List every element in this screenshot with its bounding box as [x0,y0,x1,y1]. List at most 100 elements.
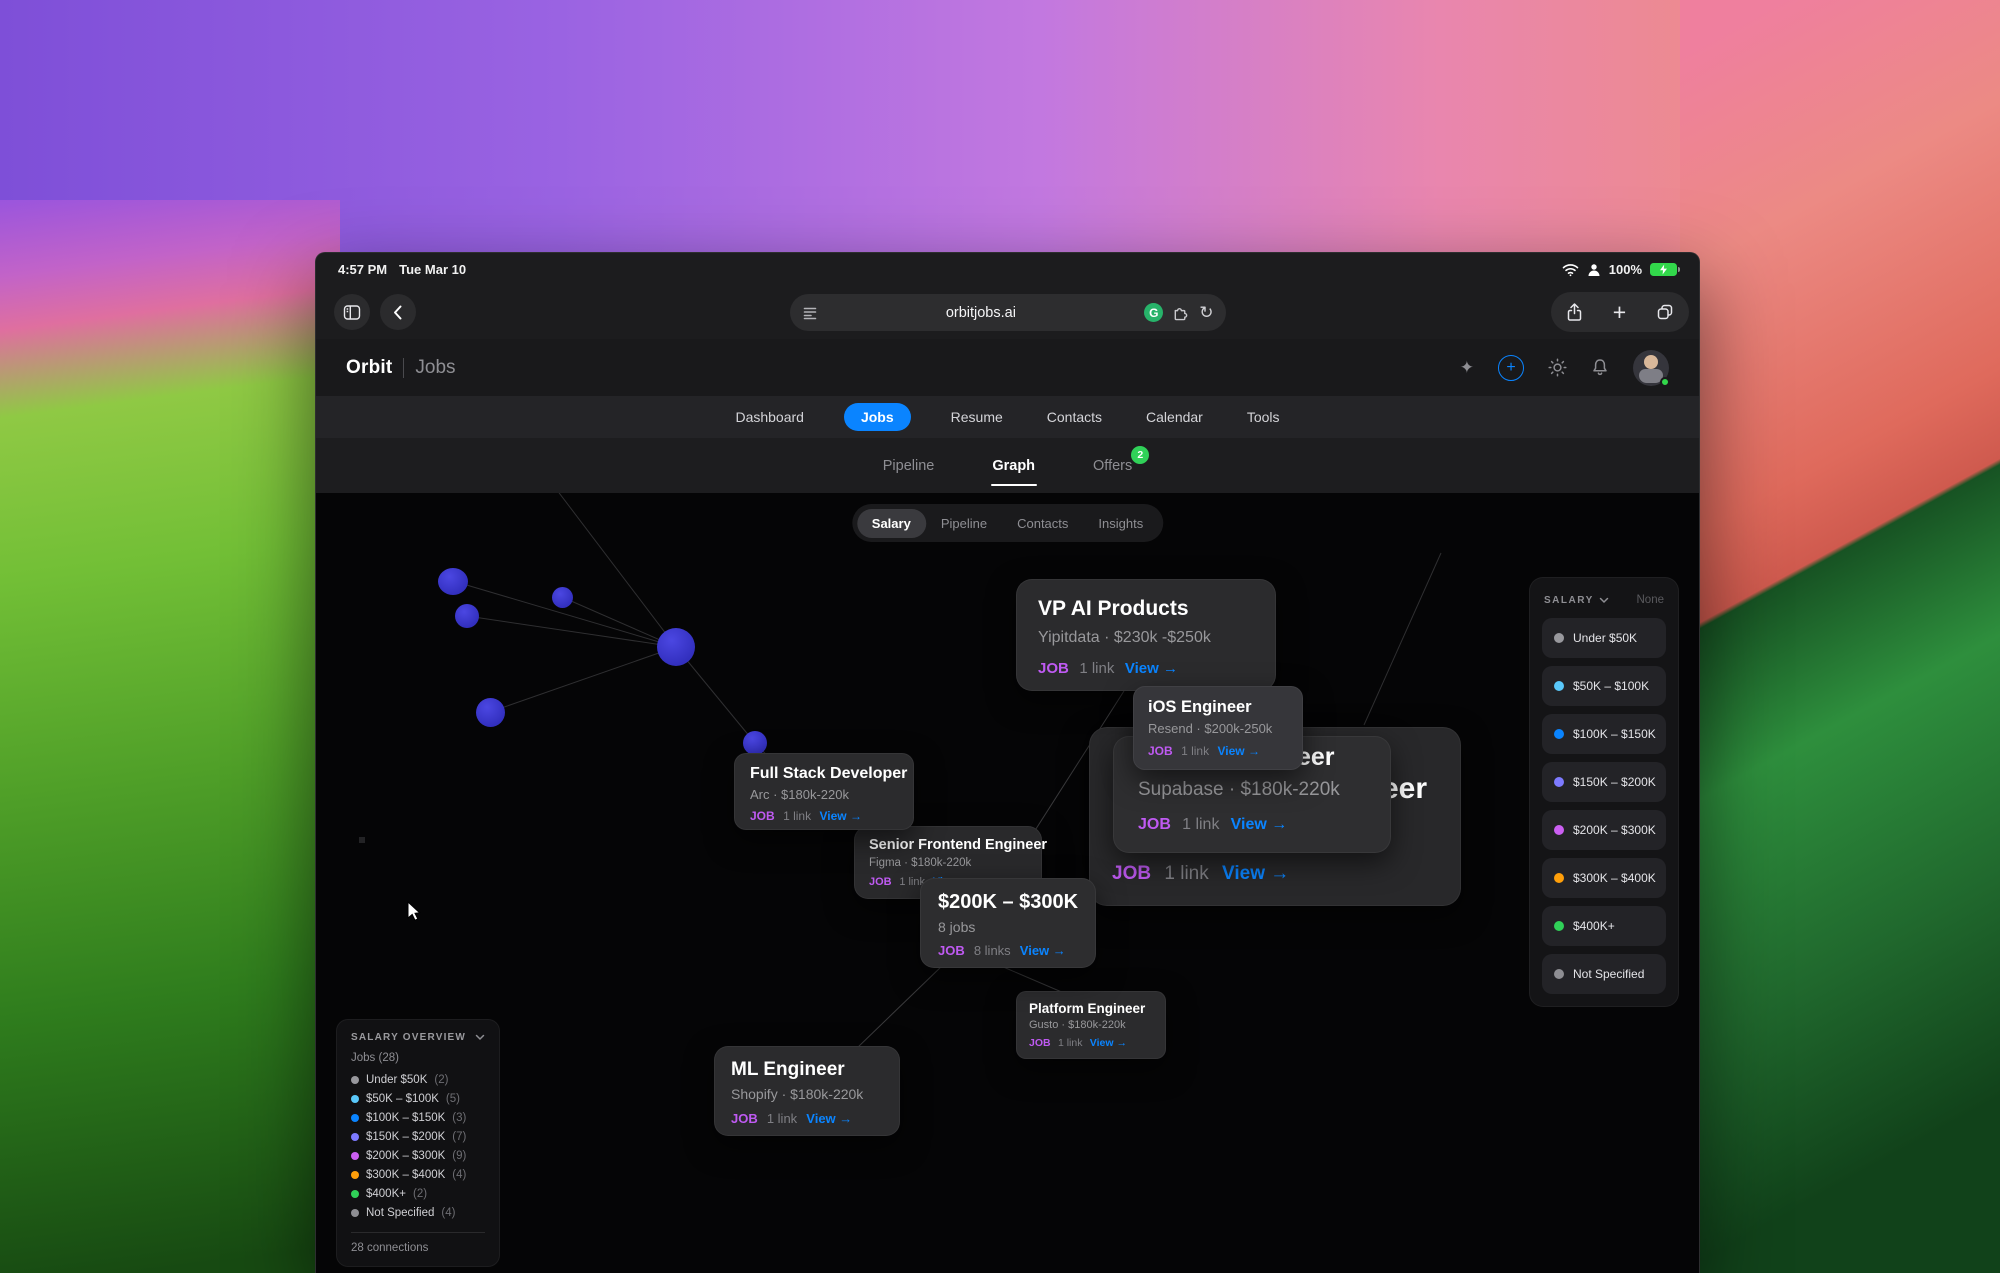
legend-item[interactable]: Not Specified [1542,954,1666,994]
overview-row: $150K – $200K (7) [351,1127,485,1146]
graph-node[interactable] [552,587,573,608]
url-text[interactable]: orbitjobs.ai [818,305,1145,321]
salary-dot [351,1114,359,1122]
graph-node[interactable] [743,731,767,755]
job-title: Platform Engineer [1029,1001,1153,1016]
job-card-full-stack-developer[interactable]: Full Stack Developer Arc · $180k-220k JO… [734,753,914,830]
job-type-badge: JOB [1038,660,1069,677]
graph-node[interactable] [438,568,468,595]
overview-row: Under $50K (2) [351,1070,485,1089]
tab-overview-icon[interactable] [1656,303,1674,321]
legend-item[interactable]: $300K – $400K [1542,858,1666,898]
battery-charging-icon [1650,263,1677,276]
job-subtitle: Shopify · $180k-220k [731,1086,883,1102]
view-link[interactable]: View → [1090,1037,1127,1049]
cluster-title: $200K – $300K [938,891,1078,914]
view-link[interactable]: View → [1222,863,1289,885]
legend-none-button[interactable]: None [1637,594,1665,606]
render-artifact [359,837,365,843]
view-link[interactable]: View → [1231,816,1288,834]
notifications-bell-icon[interactable] [1591,358,1609,377]
address-bar[interactable]: orbitjobs.ai G ↻ [790,294,1226,331]
job-card-ios-engineer[interactable]: iOS Engineer Resend · $200k-250k JOB 1 l… [1133,686,1303,770]
sparkle-ai-icon[interactable]: ✦ [1460,358,1474,378]
tab-contacts[interactable]: Contacts [1043,403,1106,431]
grammarly-extension-icon[interactable]: G [1144,303,1163,322]
share-icon[interactable] [1566,303,1583,322]
subtab-offers[interactable]: Offers 2 [1093,438,1132,493]
job-type-badge: JOB [750,809,775,823]
graph-node-hub[interactable] [657,628,695,666]
jobs-subnav: Pipeline Graph Offers 2 [316,438,1699,493]
tab-resume[interactable]: Resume [947,403,1007,431]
toolbar-actions: + [1551,292,1689,332]
clock-date: Tue Mar 10 [399,262,466,277]
back-button[interactable] [380,294,416,330]
job-card-ml-engineer[interactable]: ML Engineer Shopify · $180k-220k JOB 1 l… [714,1046,900,1136]
overview-row: $100K – $150K (3) [351,1108,485,1127]
brand-name: Orbit [346,357,392,379]
divider [351,1232,485,1233]
overview-list: Under $50K (2) $50K – $100K (5) $100K – … [351,1070,485,1222]
tab-calendar[interactable]: Calendar [1142,403,1207,431]
job-card-platform-engineer[interactable]: Platform Engineer Gusto · $180k-220k JOB… [1016,991,1166,1059]
app-logo[interactable]: Orbit Jobs [346,357,456,379]
extension-puzzle-icon[interactable] [1172,304,1189,321]
subtab-graph[interactable]: Graph [992,438,1035,493]
legend-item[interactable]: $200K – $300K [1542,810,1666,850]
graph-canvas[interactable]: Salary Pipeline Contacts Insights eer JO… [316,493,1699,1273]
overview-row: $300K – $400K (4) [351,1165,485,1184]
graph-node[interactable] [476,698,505,727]
jobs-total: Jobs (28) [351,1052,485,1064]
view-link[interactable]: View → [1125,660,1178,677]
new-tab-icon[interactable]: + [1613,301,1626,324]
job-type-badge: JOB [1112,863,1151,885]
sidebar-toggle-button[interactable] [334,294,370,330]
legend-item[interactable]: $50K – $100K [1542,666,1666,706]
filter-insights[interactable]: Insights [1083,509,1158,538]
job-type-badge: JOB [1138,816,1171,834]
legend-item[interactable]: $400K+ [1542,906,1666,946]
job-links: 1 link [1058,1037,1083,1049]
salary-dot [1554,969,1564,979]
overview-row: $200K – $300K (9) [351,1146,485,1165]
filter-salary[interactable]: Salary [857,509,926,538]
salary-dot [351,1076,359,1084]
salary-dot [351,1209,359,1217]
job-subtitle: Yipitdata · $230k -$250k [1038,629,1254,647]
filter-pipeline[interactable]: Pipeline [926,509,1002,538]
job-card-vp-ai-products[interactable]: VP AI Products Yipitdata · $230k -$250k … [1016,579,1276,691]
subtab-pipeline[interactable]: Pipeline [883,438,935,493]
avatar[interactable] [1633,350,1669,386]
view-link[interactable]: View → [1217,744,1259,758]
chevron-down-icon [1599,597,1609,604]
legend-mode-dropdown[interactable]: SALARY [1544,595,1609,606]
graph-node[interactable] [455,604,479,628]
theme-sun-icon[interactable] [1548,358,1567,377]
filter-contacts[interactable]: Contacts [1002,509,1083,538]
salary-dot [1554,729,1564,739]
salary-cluster-card[interactable]: $200K – $300K 8 jobs JOB 8 links View → [920,878,1096,968]
reload-icon[interactable]: ↻ [1199,303,1213,323]
reader-icon[interactable] [802,305,818,320]
salary-dot [351,1190,359,1198]
desktop: 4:57 PM Tue Mar 10 100% [0,0,2000,1273]
legend-item[interactable]: $150K – $200K [1542,762,1666,802]
cluster-subtitle: 8 jobs [938,919,1078,935]
collapse-chevron-icon[interactable] [475,1034,485,1041]
salary-dot [1554,681,1564,691]
view-link[interactable]: View → [1020,943,1066,958]
salary-legend-panel: SALARY None Under $50K $50K – $100K $100… [1529,577,1679,1007]
job-type-badge: JOB [869,876,892,888]
tab-dashboard[interactable]: Dashboard [731,403,808,431]
job-title: ML Engineer [731,1059,883,1081]
view-link[interactable]: View → [806,1111,852,1126]
add-button[interactable]: + [1498,355,1524,381]
tab-jobs[interactable]: Jobs [844,403,911,431]
legend-item[interactable]: Under $50K [1542,618,1666,658]
salary-dot [351,1152,359,1160]
view-link[interactable]: View → [819,809,861,823]
brand-section: Jobs [415,357,455,379]
tab-tools[interactable]: Tools [1243,403,1284,431]
legend-item[interactable]: $100K – $150K [1542,714,1666,754]
